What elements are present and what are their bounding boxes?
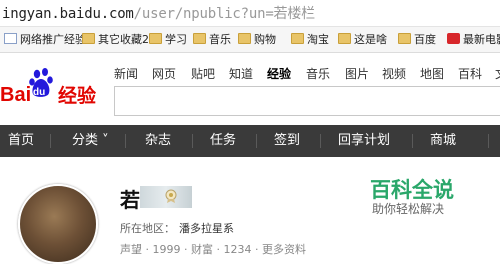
menu-divider: [50, 134, 51, 148]
main-menu: 首页 分类 ˅ 杂志 任务 签到 回享计划 商城: [0, 125, 500, 157]
menu-magazine[interactable]: 杂志: [145, 125, 171, 157]
svg-text:du: du: [33, 87, 45, 98]
bookmark-folder[interactable]: 学习: [149, 32, 187, 48]
nav-link[interactable]: 地图: [420, 65, 444, 82]
profile-stats: 声望 · 1999 · 财富 · 1234 · 更多资料: [120, 243, 306, 256]
location-label: 所在地区：: [120, 222, 175, 235]
nav-link[interactable]: 贴吧: [191, 65, 215, 82]
avatar[interactable]: [18, 184, 98, 264]
page-icon: [4, 33, 17, 44]
nav-link-active[interactable]: 经验: [267, 65, 291, 82]
nav-link[interactable]: 图片: [345, 65, 369, 82]
nav-link[interactable]: 百科: [458, 65, 482, 82]
bookmark-folder[interactable]: 淘宝: [291, 32, 329, 48]
url-host: ingyan.baidu.com: [2, 6, 134, 22]
nav-link[interactable]: 知道: [229, 65, 253, 82]
bookmark-folder[interactable]: 这是啥: [338, 32, 387, 48]
folder-icon: [149, 33, 162, 44]
folder-icon: [193, 33, 206, 44]
bookmarks-bar: 网络推广经验 其它收藏2 学习 音乐 购物 淘宝 这是啥 百度 最新电影: [0, 27, 500, 53]
red-icon: [447, 33, 460, 44]
nav-link[interactable]: 网页: [152, 65, 176, 82]
menu-mall[interactable]: 商城: [430, 125, 456, 157]
url-text[interactable]: ingyan.baidu.com/user/npublic?un=若楼栏: [2, 3, 315, 23]
folder-icon: [82, 33, 95, 44]
folder-icon: [398, 33, 411, 44]
menu-divider: [320, 134, 321, 148]
bookmark-folder[interactable]: 购物: [238, 32, 276, 48]
url-path: /user/npublic?un=若楼栏: [133, 6, 315, 22]
nav-link[interactable]: 新闻: [114, 65, 138, 82]
search-input[interactable]: [114, 86, 500, 116]
menu-divider: [192, 134, 193, 148]
bookmark-folder[interactable]: 百度: [398, 32, 436, 48]
address-bar[interactable]: ingyan.baidu.com/user/npublic?un=若楼栏: [0, 0, 500, 27]
menu-divider: [256, 134, 257, 148]
menu-home[interactable]: 首页: [8, 125, 34, 157]
bookmark-item[interactable]: 最新电影: [447, 32, 500, 48]
menu-share-plan[interactable]: 回享计划: [338, 125, 390, 157]
logo-text: Bai: [0, 84, 31, 106]
folder-icon: [291, 33, 304, 44]
level-badge-icon: [165, 189, 177, 203]
folder-icon: [338, 33, 351, 44]
username: 若: [120, 188, 140, 212]
nav-link[interactable]: 文: [495, 65, 500, 82]
menu-divider: [125, 134, 126, 148]
bookmark-folder[interactable]: 其它收藏2: [82, 32, 149, 48]
bookmark-folder[interactable]: 音乐: [193, 32, 231, 48]
profile-section: 若 所在地区： 潘多拉星系 声望 · 1999 · 财富 · 1234 · 更多资…: [0, 157, 500, 264]
menu-divider: [412, 134, 413, 148]
svg-text:经验: 经验: [58, 84, 97, 107]
site-header: Bai du 经验 新闻 网页 贴吧 知道 经验 音乐 图片 视频 地图 百科 …: [0, 53, 500, 125]
bookmark-item[interactable]: 网络推广经验: [4, 32, 86, 48]
nav-link[interactable]: 音乐: [306, 65, 330, 82]
nav-link[interactable]: 视频: [382, 65, 406, 82]
folder-icon: [238, 33, 251, 44]
menu-checkin[interactable]: 签到: [274, 125, 300, 157]
ad-subtitle: 助你轻松解决: [372, 202, 445, 216]
menu-tasks[interactable]: 任务: [210, 125, 236, 157]
menu-divider: [488, 134, 489, 148]
location: 所在地区： 潘多拉星系: [120, 220, 234, 236]
menu-category[interactable]: 分类 ˅: [72, 125, 109, 157]
baidu-jingyan-logo[interactable]: Bai du 经验: [0, 67, 108, 115]
location-value: 潘多拉星系: [179, 222, 234, 235]
